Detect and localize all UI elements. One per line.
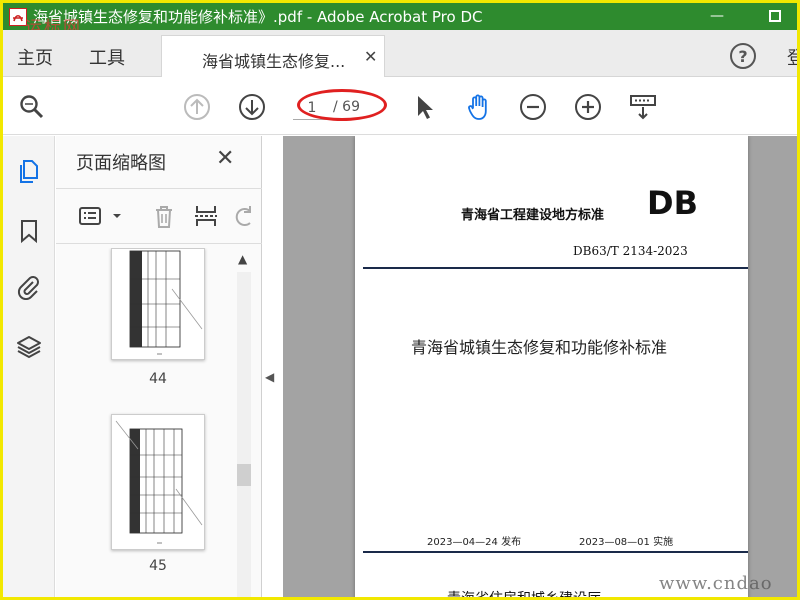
thumbnail-page[interactable]: [111, 414, 205, 550]
document-tab-label: 海省城镇生态修复...: [202, 52, 346, 71]
tab-home[interactable]: 主页: [17, 44, 53, 70]
divider-top: [363, 267, 748, 269]
search-icon[interactable]: [17, 92, 47, 122]
standard-header: 青海省工程建设地方标准: [461, 208, 605, 223]
scroll-thumb[interactable]: [237, 464, 251, 486]
document-view[interactable]: 青海省工程建设地方标准 DB DB63/T 2134-2023 青海省城镇生态修…: [283, 136, 797, 600]
document-title: 青海省城镇生态修复和功能修补标准: [411, 338, 668, 357]
select-cursor-icon[interactable]: [409, 92, 439, 122]
tab-bar: 主页 工具 海省城镇生态修复... ✕ ? 登: [3, 30, 797, 77]
prev-page-icon[interactable]: [182, 92, 212, 122]
thumbnail-label: 44: [149, 371, 167, 387]
panel-close-icon[interactable]: ✕: [216, 146, 234, 171]
pdf-app-icon: [9, 7, 27, 26]
toolbar: / 69: [3, 77, 797, 135]
help-icon[interactable]: ?: [730, 43, 756, 69]
chevron-down-icon[interactable]: [102, 201, 132, 231]
standard-logo: DB: [647, 184, 698, 222]
thumbnails-icon[interactable]: [14, 156, 44, 186]
delete-page-icon[interactable]: [149, 201, 179, 231]
panel-title: 页面缩略图: [76, 153, 166, 174]
scroll-track[interactable]: [237, 272, 251, 597]
divider-bottom: [363, 551, 748, 553]
thumbnail-panel: 页面缩略图 ✕ 44 45 ▲: [56, 136, 262, 597]
read-mode-icon[interactable]: [628, 92, 658, 122]
page-number-input[interactable]: [293, 96, 331, 120]
page-total: / 69: [333, 99, 360, 115]
effective-date: 2023—08—01 实施: [579, 537, 674, 548]
thumbnail-label: 45: [149, 558, 167, 574]
zoom-out-icon[interactable]: [518, 92, 548, 122]
scroll-up-icon[interactable]: ▲: [238, 252, 247, 266]
maximize-icon: [769, 10, 781, 22]
title-bar: 海省城镇生态修复和功能修补标准》.pdf - Adobe Acrobat Pro…: [3, 3, 797, 30]
extract-page-icon[interactable]: [191, 201, 221, 231]
signin-link[interactable]: 登: [787, 44, 797, 70]
maximize-button[interactable]: [765, 7, 785, 25]
window-title: 海省城镇生态修复和功能修补标准》.pdf - Adobe Acrobat Pro…: [33, 8, 483, 26]
zoom-in-icon[interactable]: [573, 92, 603, 122]
left-rail: [3, 136, 55, 597]
pdf-page: 青海省工程建设地方标准 DB DB63/T 2134-2023 青海省城镇生态修…: [355, 136, 748, 600]
thumbnail-page[interactable]: [111, 248, 205, 360]
bookmark-icon[interactable]: [14, 216, 44, 246]
next-page-icon[interactable]: [237, 92, 267, 122]
hand-tool-icon[interactable]: [464, 92, 494, 122]
standard-number: DB63/T 2134-2023: [573, 244, 688, 258]
rotate-page-icon[interactable]: [228, 201, 258, 231]
document-tab[interactable]: 海省城镇生态修复... ✕: [161, 35, 385, 77]
close-tab-icon[interactable]: ✕: [364, 47, 377, 66]
tab-tools[interactable]: 工具: [89, 44, 125, 70]
collapse-panel-icon[interactable]: ◀: [265, 363, 277, 391]
thumbnail-scrollbar[interactable]: ▲: [234, 248, 254, 597]
minimize-button[interactable]: —: [707, 7, 727, 25]
issuing-organization: 青海省住房和城乡建设厅: [447, 591, 601, 600]
attachment-icon[interactable]: [14, 272, 44, 302]
layers-icon[interactable]: [14, 332, 44, 362]
app-window: 海省城镇生态修复和功能修补标准》.pdf - Adobe Acrobat Pro…: [0, 0, 800, 600]
issue-date: 2023—04—24 发布: [427, 537, 522, 548]
thumbnail-list: 44 45: [56, 248, 234, 597]
panel-toolbar: [56, 188, 262, 244]
